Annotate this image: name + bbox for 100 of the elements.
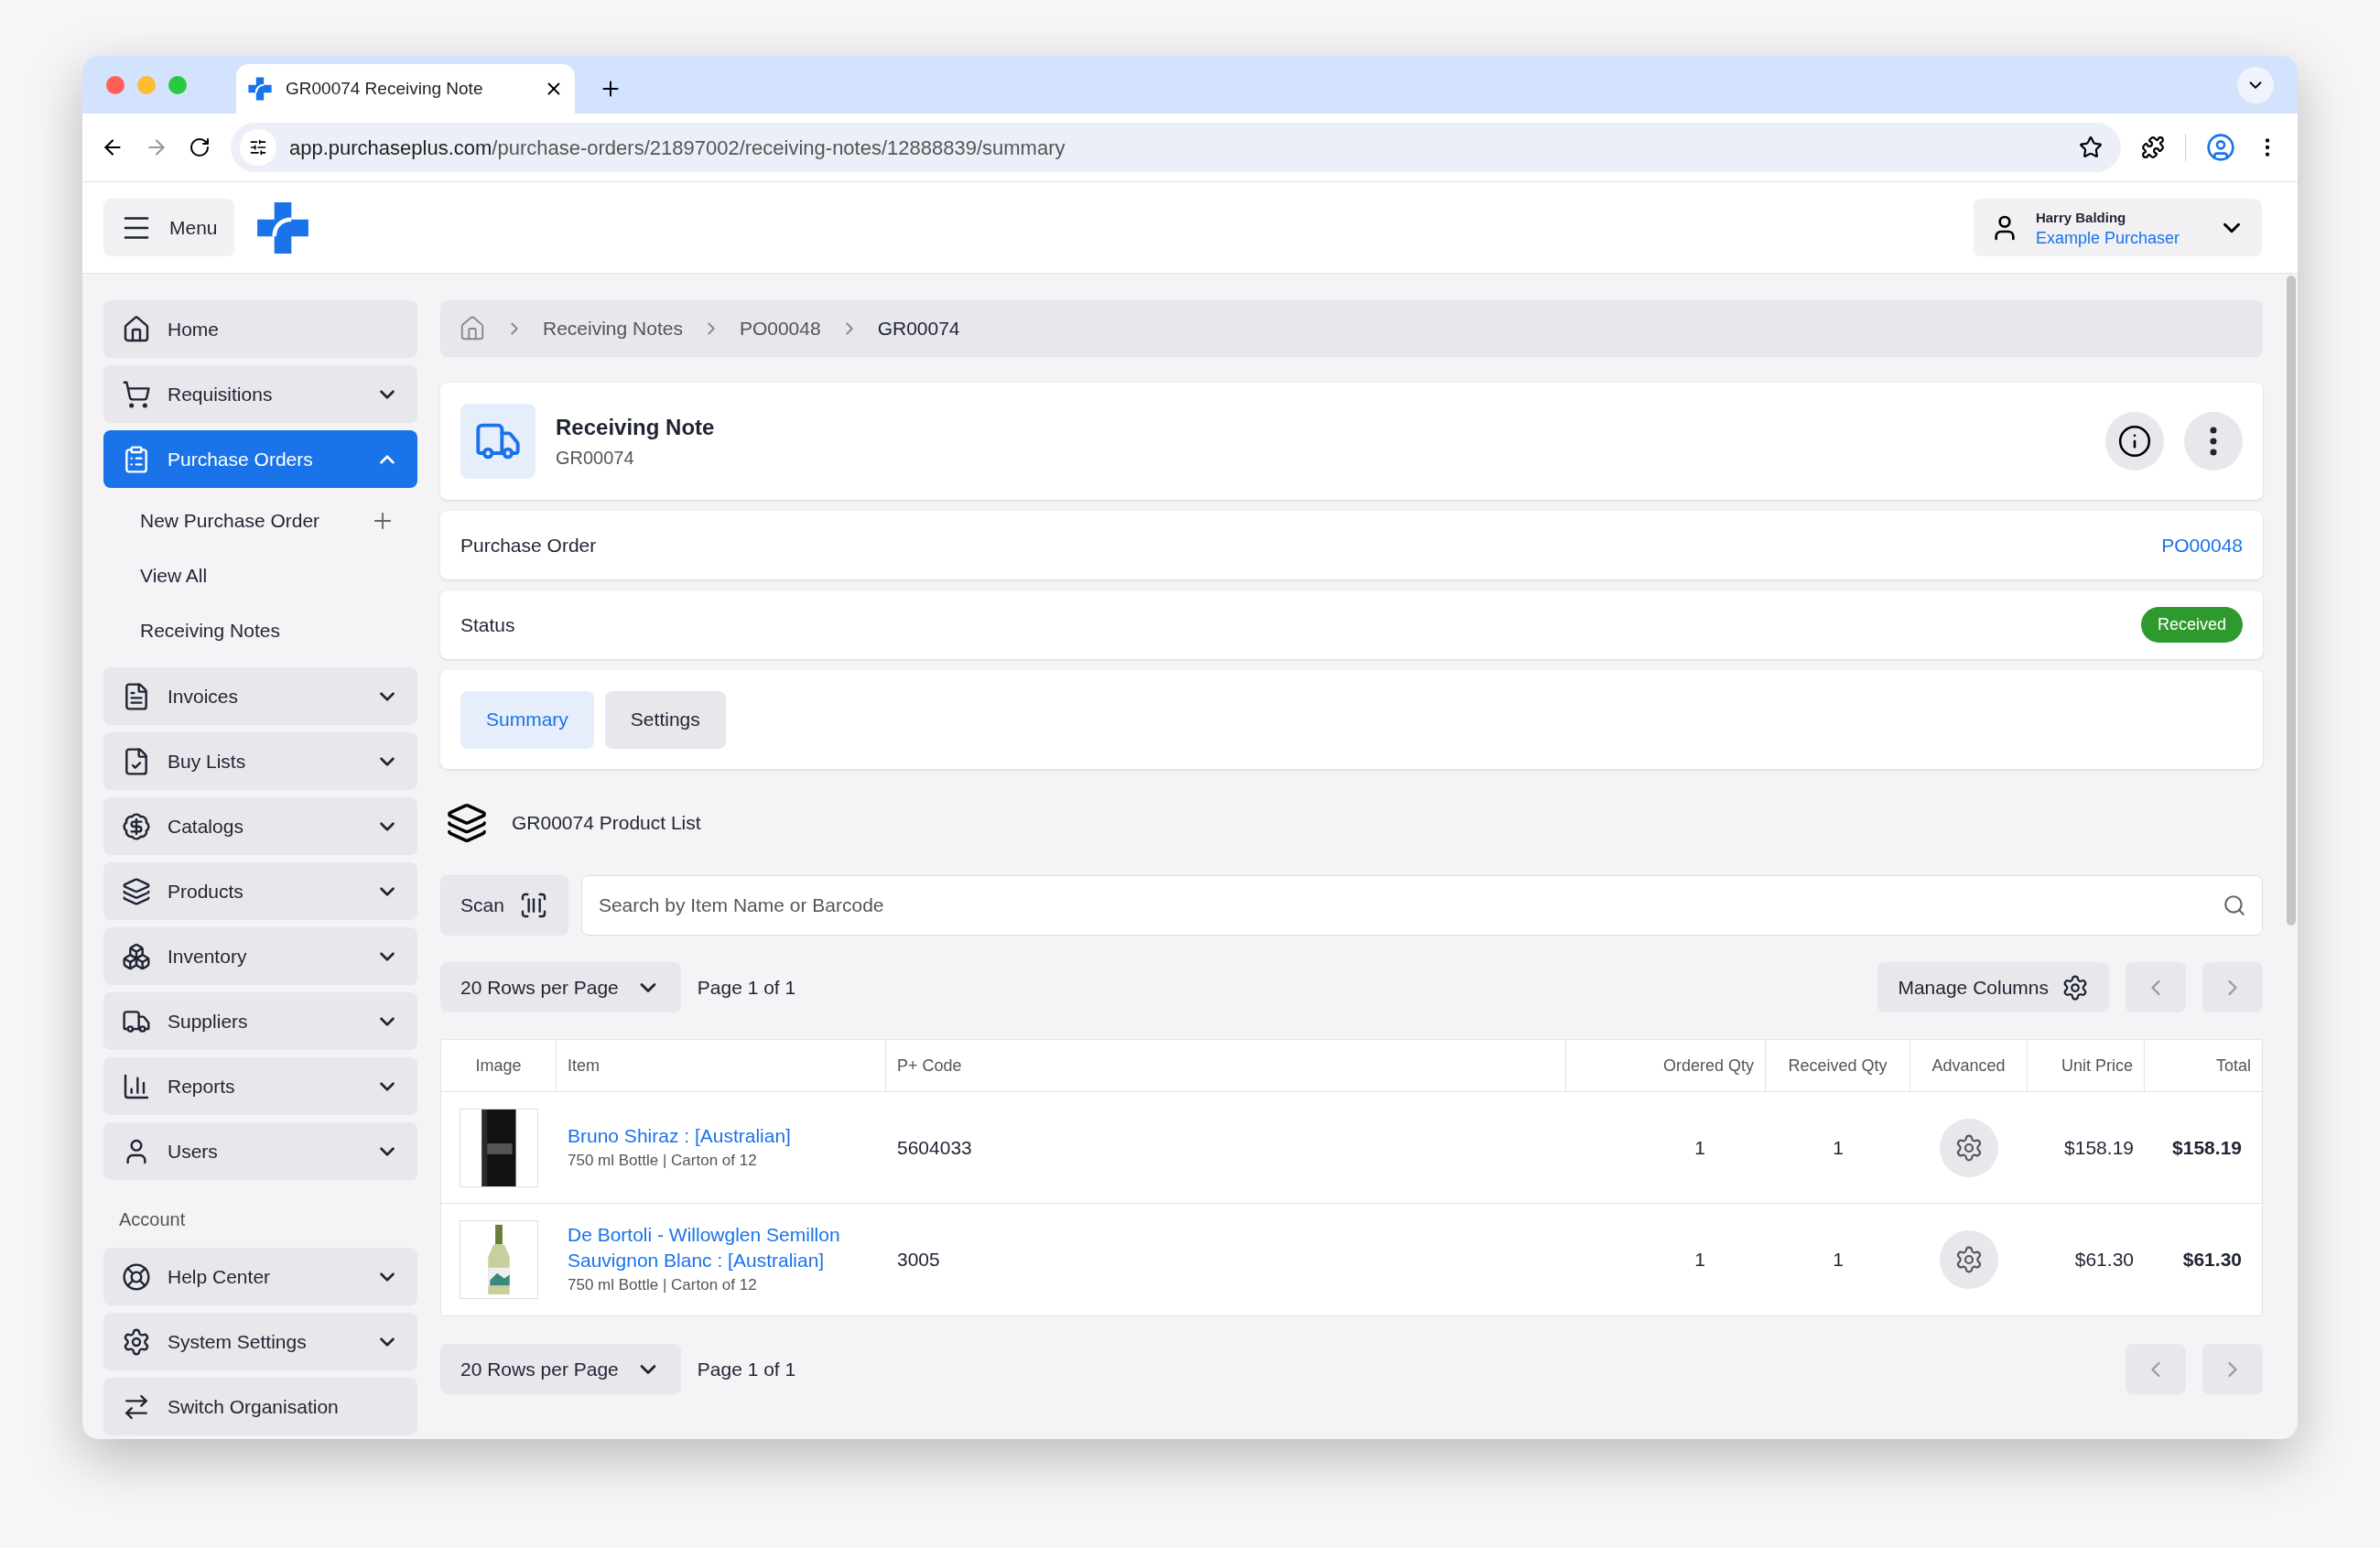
more-icon xyxy=(2210,427,2217,456)
rows-per-page-select[interactable]: 20 Rows per Page xyxy=(440,962,681,1012)
sidebar-item[interactable]: Requisitions xyxy=(103,365,417,423)
sidebar-item[interactable]: Inventory xyxy=(103,927,417,985)
detail-label: Status xyxy=(460,612,516,637)
sidebar-item[interactable]: Help Center xyxy=(103,1248,417,1305)
info-icon xyxy=(2117,424,2152,459)
site-settings-icon[interactable] xyxy=(249,138,267,157)
user-menu-button[interactable]: Harry Balding Example Purchaser xyxy=(1973,199,2262,256)
breadcrumb-link[interactable]: Receiving Notes xyxy=(543,314,683,343)
settings-icon xyxy=(1954,1132,1984,1163)
item-link[interactable]: Bruno Shiraz : [Australian] xyxy=(568,1122,875,1149)
sidebar-item-label: Purchase Orders xyxy=(168,447,314,471)
manage-columns-button[interactable]: Manage Columns xyxy=(1877,962,2109,1012)
column-header: Image xyxy=(441,1040,557,1091)
sidebar-item-label: Buy Lists xyxy=(168,749,247,774)
sidebar-item-label: Switch Organisation xyxy=(168,1394,340,1419)
sidebar-item[interactable]: Products xyxy=(103,862,417,920)
sidebar-item-label: System Settings xyxy=(168,1329,308,1354)
sidebar-item-label: Suppliers xyxy=(168,1009,249,1034)
extensions-icon[interactable] xyxy=(2141,135,2165,159)
sidebar-item[interactable]: Switch Organisation xyxy=(103,1378,417,1435)
column-header: P+ Code xyxy=(886,1040,1566,1091)
breadcrumb-link[interactable]: PO00048 xyxy=(739,314,821,343)
page-title: Receiving Note xyxy=(556,414,716,441)
dollar-badge-icon xyxy=(122,811,151,841)
search-field[interactable]: Search by Item Name or Barcode xyxy=(580,875,2263,936)
sidebar-item-label: Products xyxy=(168,879,244,904)
section-title: GR00074 Product List xyxy=(512,811,701,836)
sidebar-item-label: Reports xyxy=(168,1074,236,1099)
table-cell-text: $61.30 xyxy=(2181,1248,2243,1272)
scan-button[interactable]: Scan xyxy=(440,875,568,936)
settings-icon xyxy=(122,1326,151,1357)
detail-label: Purchase Order xyxy=(460,533,598,557)
cart-icon xyxy=(122,379,151,409)
sidebar-item[interactable]: Purchase Orders xyxy=(103,430,417,488)
sidebar-item-label: Catalogs xyxy=(168,814,244,839)
item-detail: 750 ml Bottle | Carton of 12 xyxy=(568,1275,758,1296)
rows-per-page-select[interactable]: 20 Rows per Page xyxy=(440,1344,681,1394)
lifebuoy-icon xyxy=(122,1261,151,1292)
submenu-link[interactable]: Receiving Notes xyxy=(140,616,395,645)
address-bar[interactable]: app.purchaseplus.com/purchase-orders/21897002/receiving-notes/12888839/summary xyxy=(231,123,2121,172)
table-cell-text: 5604033 xyxy=(896,1135,973,1160)
table-cell-text: 1 xyxy=(1693,1248,1706,1272)
settings-icon xyxy=(1954,1245,1984,1274)
section-label: Account xyxy=(118,1208,187,1231)
stack-icon xyxy=(122,876,151,906)
sidebar-item[interactable]: Home xyxy=(103,300,417,358)
sidebar-item[interactable]: Users xyxy=(103,1122,417,1180)
sidebar-item-label: Help Center xyxy=(168,1264,272,1289)
submenu-link[interactable]: View All xyxy=(140,561,395,590)
column-header: Advanced xyxy=(1910,1040,2028,1091)
tab[interactable]: Settings xyxy=(604,690,726,749)
note-number: GR00074 xyxy=(556,447,635,470)
sidebar-item-label: Home xyxy=(168,317,221,341)
page-indicator: Page 1 of 1 xyxy=(697,975,796,1000)
home-icon xyxy=(122,314,151,344)
sidebar-item[interactable]: Buy Lists xyxy=(103,732,417,790)
url-text: app.purchaseplus.com/purchase-orders/21897002/receiving-notes/12888839/summary xyxy=(289,135,1066,161)
sidebar-item[interactable]: System Settings xyxy=(103,1313,417,1370)
table-cell-text: $61.30 xyxy=(2073,1248,2135,1272)
tab-list-button[interactable] xyxy=(2237,66,2274,103)
column-header: Received Qty xyxy=(1766,1040,1910,1091)
table-cell-text: 1 xyxy=(1693,1135,1706,1160)
scrollbar-thumb[interactable] xyxy=(2287,276,2296,926)
item-detail: 750 ml Bottle | Carton of 12 xyxy=(568,1150,758,1171)
menu-button[interactable]: Menu xyxy=(103,199,234,256)
sidebar-item-label: Inventory xyxy=(168,944,248,969)
table-cell-text: $158.19 xyxy=(2171,1135,2243,1160)
reload-icon[interactable] xyxy=(189,136,211,158)
column-header: Total xyxy=(2214,1055,2252,1077)
table-cell-text: 1 xyxy=(1832,1248,1844,1272)
table-cell-text: 3005 xyxy=(896,1248,941,1272)
sidebar-item-label: Invoices xyxy=(168,684,240,709)
stack-icon xyxy=(446,802,488,844)
column-header: Item xyxy=(557,1040,886,1091)
boxes-icon xyxy=(122,941,151,971)
user-role: Example Purchaser xyxy=(2035,227,2180,248)
sidebar-item[interactable]: Suppliers xyxy=(103,992,417,1050)
breadcrumb-link[interactable]: GR00074 xyxy=(877,314,960,343)
user-name: Harry Balding xyxy=(2035,208,2126,227)
settings-icon xyxy=(2061,973,2089,1001)
column-header: Unit Price xyxy=(2028,1040,2145,1091)
table-cell-text: $158.19 xyxy=(2063,1135,2135,1160)
tab-title: GR00074 Receiving Note xyxy=(286,77,484,100)
tab[interactable]: Summary xyxy=(460,690,594,749)
page-indicator: Page 1 of 1 xyxy=(697,1357,796,1381)
browser-tab[interactable]: GR00074 Receiving Note xyxy=(236,64,575,114)
column-header: Ordered Qty xyxy=(1566,1040,1766,1091)
sidebar-item-label: Users xyxy=(168,1139,219,1164)
item-link[interactable]: De Bortoli - Willowglen Semillon Sauvignon Blanc : [Australian] xyxy=(568,1222,875,1274)
bookmark-star-icon[interactable] xyxy=(2079,135,2103,159)
home-icon[interactable] xyxy=(459,315,486,342)
profile-icon[interactable] xyxy=(2206,133,2235,162)
search-icon[interactable] xyxy=(2223,893,2246,917)
sidebar-item[interactable]: Invoices xyxy=(103,667,417,725)
submenu-link[interactable]: New Purchase Order xyxy=(140,506,370,536)
sidebar-item[interactable]: Catalogs xyxy=(103,797,417,855)
sidebar-item[interactable]: Reports xyxy=(103,1057,417,1115)
purchase-order-link[interactable]: PO00048 xyxy=(2161,530,2243,560)
